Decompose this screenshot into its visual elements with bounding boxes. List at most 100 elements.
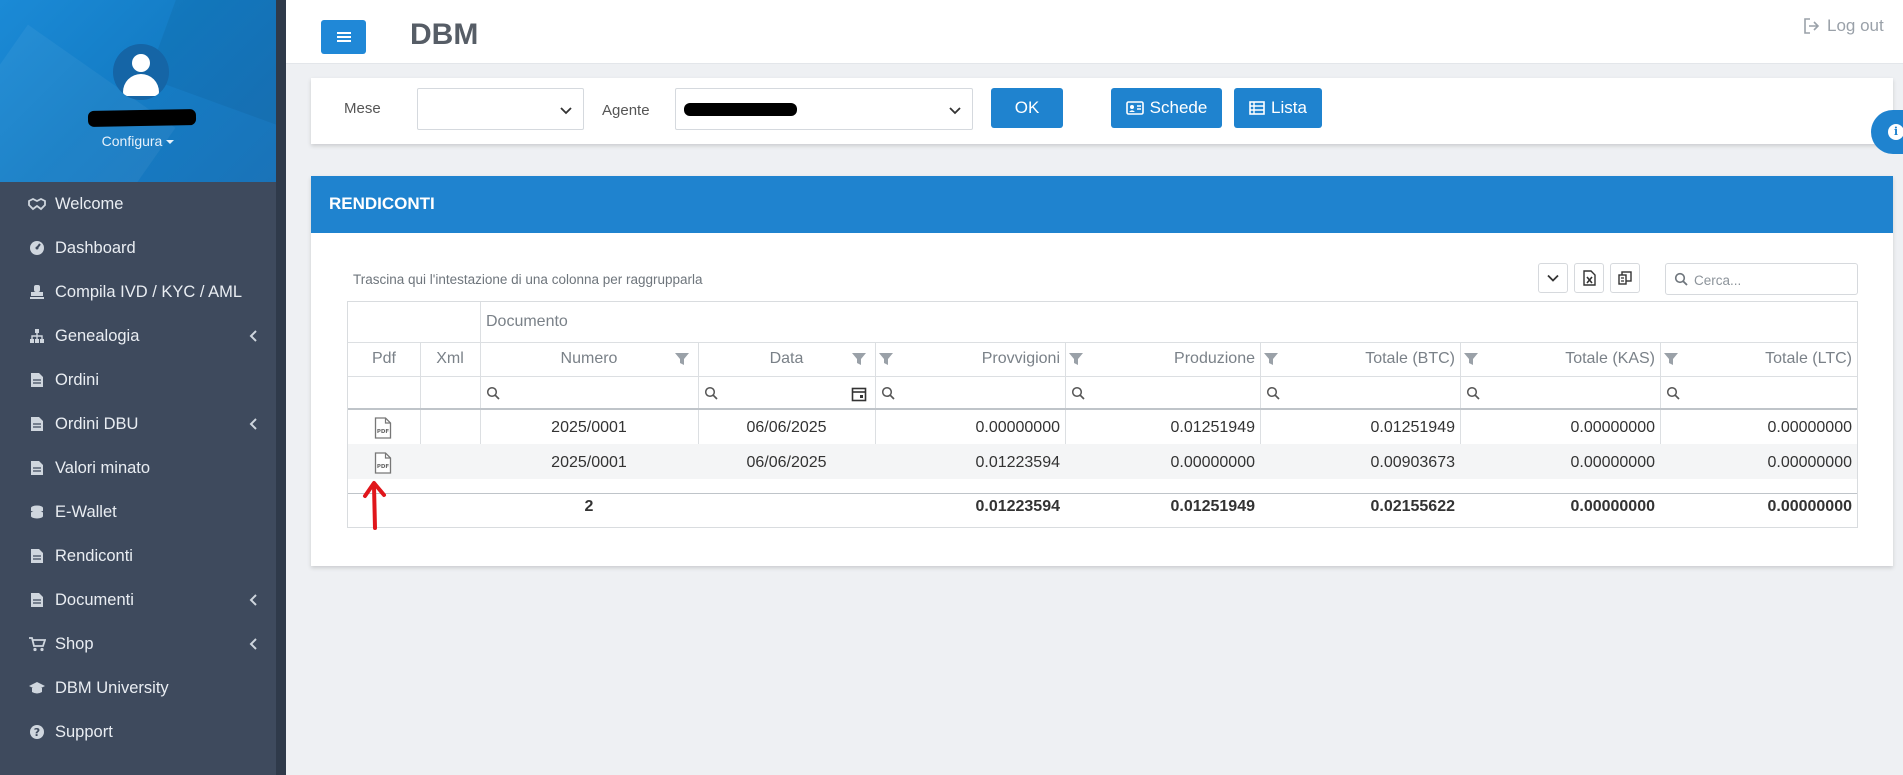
filter-icon[interactable] bbox=[1663, 352, 1679, 366]
lista-button-label: Lista bbox=[1271, 98, 1307, 117]
filter-icon[interactable] bbox=[851, 352, 867, 366]
lista-button[interactable]: Lista bbox=[1234, 88, 1322, 128]
top-bar: DBM Log out bbox=[286, 0, 1903, 64]
export-excel-button[interactable] bbox=[1574, 263, 1604, 293]
search-icon[interactable] bbox=[1666, 386, 1680, 400]
calendar-icon[interactable] bbox=[851, 386, 867, 402]
search-icon[interactable] bbox=[1466, 386, 1480, 400]
filter-icon[interactable] bbox=[1068, 352, 1084, 366]
summary-totale-kas: 0.00000000 bbox=[1570, 498, 1655, 515]
document-icon bbox=[28, 415, 46, 433]
summary-totale-ltc: 0.00000000 bbox=[1767, 498, 1852, 515]
pdf-file-icon[interactable]: PDF bbox=[374, 452, 392, 474]
sidebar-item-compila[interactable]: Compila IVD / KYC / AML bbox=[0, 270, 276, 314]
sidebar-item-label: Dashboard bbox=[55, 238, 136, 257]
stamp-icon bbox=[28, 283, 46, 301]
document-icon bbox=[28, 591, 46, 609]
search-icon[interactable] bbox=[704, 386, 718, 400]
sidebar-item-label: Rendiconti bbox=[55, 546, 133, 565]
summary-produzione: 0.01251949 bbox=[1170, 498, 1255, 515]
sidebar-item-welcome[interactable]: Welcome bbox=[0, 182, 276, 226]
search-icon[interactable] bbox=[1266, 386, 1280, 400]
excel-file-icon bbox=[1582, 270, 1596, 286]
rendiconti-grid: Documento Pdf Xml Numero Data Provvigion… bbox=[347, 301, 1858, 528]
search-icon[interactable] bbox=[1071, 386, 1085, 400]
cell-totale-btc: 0.01251949 bbox=[1370, 419, 1455, 436]
sidebar-item-e-wallet[interactable]: E-Wallet bbox=[0, 490, 276, 534]
filter-icon[interactable] bbox=[674, 352, 690, 366]
coins-icon bbox=[28, 503, 46, 521]
summary-totale-btc: 0.02155622 bbox=[1370, 498, 1455, 515]
column-chooser-button[interactable] bbox=[1538, 263, 1568, 293]
band-header-documento: Documento bbox=[486, 313, 568, 330]
summary-provvigioni: 0.01223594 bbox=[975, 498, 1060, 515]
cart-icon bbox=[28, 635, 46, 653]
filter-icon[interactable] bbox=[1463, 352, 1479, 366]
ok-button[interactable]: OK bbox=[991, 88, 1063, 128]
avatar[interactable] bbox=[113, 44, 169, 100]
grid-search-box[interactable] bbox=[1665, 263, 1858, 295]
cell-produzione: 0.01251949 bbox=[1170, 419, 1255, 436]
cell-totale-btc: 0.00903673 bbox=[1370, 454, 1455, 471]
search-icon[interactable] bbox=[486, 386, 500, 400]
sidebar-item-label: Ordini DBU bbox=[55, 414, 139, 433]
summary-count: 2 bbox=[584, 498, 594, 515]
ok-button-label: OK bbox=[1014, 98, 1040, 117]
sidebar-item-label: E-Wallet bbox=[55, 502, 117, 521]
info-tab-button[interactable]: i bbox=[1871, 110, 1903, 154]
column-header-numero[interactable]: Numero bbox=[480, 342, 698, 376]
sidebar-edge bbox=[276, 0, 286, 775]
pdf-file-icon[interactable]: PDF bbox=[374, 417, 392, 439]
sidebar-item-documenti[interactable]: Documenti bbox=[0, 578, 276, 622]
cell-totale-kas: 0.00000000 bbox=[1570, 419, 1655, 436]
sidebar-item-valori-minato[interactable]: Valori minato bbox=[0, 446, 276, 490]
filter-bar: Mese Agente OK Schede Lista bbox=[311, 78, 1893, 144]
logout-link[interactable]: Log out bbox=[1803, 16, 1884, 36]
sidebar-item-shop[interactable]: Shop bbox=[0, 622, 276, 666]
username-redacted bbox=[87, 109, 197, 127]
rendiconti-panel: RENDICONTI Trascina qui l'intestazione d… bbox=[311, 176, 1893, 566]
column-header-produzione[interactable]: Produzione bbox=[1065, 342, 1255, 376]
cell-provvigioni: 0.00000000 bbox=[975, 419, 1060, 436]
sidebar-item-dbm-university[interactable]: DBM University bbox=[0, 666, 276, 710]
column-header-totale-btc[interactable]: Totale (BTC) bbox=[1260, 342, 1455, 376]
cell-totale-ltc: 0.00000000 bbox=[1767, 454, 1852, 471]
cell-produzione: 0.00000000 bbox=[1170, 454, 1255, 471]
sidebar-item-label: DBM University bbox=[55, 678, 169, 697]
chevron-down-icon bbox=[560, 107, 572, 115]
column-header-xml[interactable]: Xml bbox=[420, 342, 480, 376]
sidebar-item-ordini-dbu[interactable]: Ordini DBU bbox=[0, 402, 276, 446]
filter-icon[interactable] bbox=[878, 352, 894, 366]
svg-text:PDF: PDF bbox=[377, 429, 390, 435]
column-settings-button[interactable] bbox=[1610, 263, 1640, 293]
agente-select[interactable] bbox=[675, 88, 973, 130]
sidebar-item-ordini[interactable]: Ordini bbox=[0, 358, 276, 402]
sidebar-item-rendiconti[interactable]: Rendiconti bbox=[0, 534, 276, 578]
grid-search-input[interactable] bbox=[1694, 270, 1852, 290]
sidebar-item-support[interactable]: ? Support bbox=[0, 710, 276, 754]
column-header-provvigioni[interactable]: Provvigioni bbox=[875, 342, 1060, 376]
search-icon[interactable] bbox=[881, 386, 895, 400]
column-header-totale-kas[interactable]: Totale (KAS) bbox=[1460, 342, 1655, 376]
column-header-pdf[interactable]: Pdf bbox=[348, 342, 420, 376]
schede-button[interactable]: Schede bbox=[1111, 88, 1222, 128]
profile-header: Configura bbox=[0, 0, 276, 182]
sidebar-item-dashboard[interactable]: Dashboard bbox=[0, 226, 276, 270]
column-header-data[interactable]: Data bbox=[698, 342, 875, 376]
mese-select[interactable] bbox=[417, 88, 584, 130]
sidebar-item-genealogia[interactable]: Genealogia bbox=[0, 314, 276, 358]
document-icon bbox=[28, 371, 46, 389]
logout-label: Log out bbox=[1827, 16, 1884, 35]
column-header-totale-ltc[interactable]: Totale (LTC) bbox=[1660, 342, 1852, 376]
sidebar-item-label: Support bbox=[55, 722, 113, 741]
group-panel-hint[interactable]: Trascina qui l'intestazione di una colon… bbox=[353, 272, 703, 287]
filter-icon[interactable] bbox=[1263, 352, 1279, 366]
menu-toggle-button[interactable] bbox=[321, 20, 366, 54]
app-title: DBM bbox=[410, 18, 479, 51]
info-icon: i bbox=[1888, 124, 1903, 140]
cell-data: 06/06/2025 bbox=[746, 454, 827, 471]
sidebar-item-label: Valori minato bbox=[55, 458, 151, 477]
cell-totale-kas: 0.00000000 bbox=[1570, 454, 1655, 471]
configura-dropdown[interactable]: Configura bbox=[0, 133, 276, 149]
annotation-arrow bbox=[363, 481, 386, 530]
